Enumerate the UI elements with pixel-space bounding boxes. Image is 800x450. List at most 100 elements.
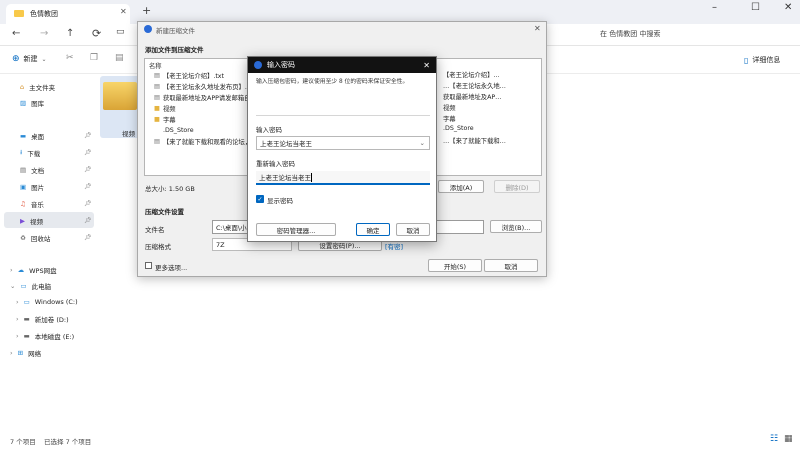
pin-icon[interactable]: 📌︎	[84, 200, 92, 207]
pin-icon[interactable]: 📌︎	[84, 217, 92, 224]
password-manager-button[interactable]: 密码管理器...	[256, 223, 336, 236]
password-input[interactable]: 上老王论坛当老王 ⌄	[256, 136, 430, 150]
pin-icon[interactable]: 📌︎	[84, 132, 92, 139]
browse-button[interactable]: 浏览(B)...	[490, 220, 542, 233]
sidebar-item-recycle[interactable]: ♻ 回收站	[20, 231, 50, 245]
name-column-header[interactable]: 名称	[149, 61, 162, 70]
sidebar-item-drive-c[interactable]: › ▭ Windows (C:)	[16, 295, 78, 309]
more-options-label[interactable]: 更多选项...	[155, 262, 187, 272]
sidebar-item-network[interactable]: › ⊞ 网络	[10, 346, 41, 360]
sidebar-item-videos[interactable]: ▶ 视频	[20, 214, 43, 228]
forward-icon[interactable]: →	[40, 28, 48, 39]
text-file-icon: ▤	[154, 138, 160, 145]
pictures-icon: ▣	[20, 183, 27, 191]
text-file-icon: ▤	[154, 83, 160, 90]
pin-icon[interactable]: 📌︎	[84, 166, 92, 173]
sidebar-item-label: 本地磁盘 (E:)	[34, 333, 75, 341]
navigation-pane: ⌂ 主文件夹 ▨ 图库 ▬ 桌面 📌︎ ⭳ 下载 📌︎ ▤ 文档 📌︎ ▣ 图片 📌︎ ♫ 音…	[0, 74, 96, 430]
show-password-label[interactable]: 显示密码	[267, 195, 293, 205]
search-input[interactable]: 在 色情教团 中搜索	[600, 29, 660, 39]
start-button[interactable]: 开始(S)	[428, 259, 482, 272]
text-file-icon: ▤	[154, 94, 160, 101]
sidebar-item-thispc[interactable]: ⌄ ▭ 此电脑	[10, 279, 51, 293]
file-row[interactable]: ▤ 【老王论坛介绍】.txt	[154, 70, 224, 81]
reenter-password-label: 重新输入密码	[256, 160, 295, 168]
status-item-count: 7 个项目	[10, 438, 36, 446]
close-window-icon[interactable]: ✕	[784, 2, 792, 13]
file-row[interactable]: ■ 视频	[154, 103, 176, 114]
tiles-view-icon[interactable]: ▦	[784, 434, 793, 444]
new-tab-icon[interactable]: +	[142, 4, 151, 17]
file-row[interactable]: ■ 字幕	[154, 114, 176, 125]
divider	[256, 115, 430, 116]
cut-icon[interactable]: ✂	[66, 53, 74, 63]
file-row[interactable]: ▤ 获取最新地址及APP请发邮箱自动	[154, 92, 257, 103]
add-button[interactable]: 添加(A)	[438, 180, 484, 193]
minimize-icon[interactable]: –	[712, 2, 717, 13]
chevron-right-icon: ›	[16, 315, 19, 323]
sidebar-item-drive-e[interactable]: › ▬ 本地磁盘 (E:)	[16, 329, 74, 343]
chevron-down-icon: ⌄	[10, 282, 16, 290]
details-button[interactable]: ▯ 详细信息	[744, 55, 780, 65]
delete-button[interactable]: 删除(D)	[494, 180, 540, 193]
sidebar-item-label: 主文件夹	[29, 84, 56, 92]
sidebar-item-music[interactable]: ♫ 音乐	[20, 197, 44, 211]
settings-header: 压缩文件设置	[145, 208, 184, 216]
archive-cancel-button[interactable]: 取消	[484, 259, 538, 272]
monitor-icon[interactable]: ▭	[116, 27, 125, 37]
pin-icon[interactable]: 📌︎	[84, 149, 92, 156]
file-icon: ▤	[154, 127, 160, 134]
details-view-icon[interactable]: ☷	[770, 434, 778, 444]
sidebar-item-label: 下载	[27, 150, 41, 158]
plus-circle-icon: ⊕	[12, 54, 20, 64]
sidebar-item-gallery[interactable]: ▨ 图库	[20, 96, 44, 110]
file-row[interactable]: ▤ 【来了就能下载和观看的论坛，纯	[154, 136, 257, 147]
up-icon[interactable]: ↑	[66, 28, 74, 39]
reenter-password-input[interactable]: 上老王论坛当老王	[256, 171, 430, 185]
tab-close-icon[interactable]: ✕	[120, 7, 127, 16]
search-box[interactable]: 在 色情教团 中搜索	[594, 26, 794, 43]
sidebar-item-documents[interactable]: ▤ 文档	[20, 163, 44, 177]
file-path: 视频	[443, 105, 456, 112]
password-dialog-title: 输入密码	[267, 61, 295, 69]
copy-icon[interactable]: ❐	[90, 53, 98, 63]
drive-icon: ▬	[23, 315, 30, 323]
network-icon: ⊞	[17, 349, 24, 357]
paste-icon[interactable]: ▤	[115, 53, 124, 63]
sidebar-selection	[4, 212, 94, 228]
sidebar-item-wps[interactable]: › ☁ WPS网盘	[10, 263, 57, 277]
sidebar-item-desktop[interactable]: ▬ 桌面	[20, 129, 44, 143]
sidebar-item-label: WPS网盘	[29, 267, 57, 275]
pin-icon[interactable]: 📌︎	[84, 183, 92, 190]
back-icon[interactable]: ←	[12, 28, 20, 39]
show-password-checkbox[interactable]: ✓	[256, 195, 264, 203]
file-name: 【老王论坛永久地址发布页】.txt	[162, 84, 256, 91]
folder-tile[interactable]: 视频	[100, 76, 140, 138]
explorer-tab[interactable]: 色情教团 ✕	[6, 4, 130, 24]
new-button[interactable]: ⊕ 新建 ⌄	[12, 54, 47, 64]
password-cancel-button[interactable]: 取消	[396, 223, 430, 236]
file-row[interactable]: ▤ 【老王论坛永久地址发布页】.txt	[154, 81, 255, 92]
archive-close-icon[interactable]: ✕	[534, 24, 541, 33]
more-options-checkbox[interactable]	[145, 262, 152, 269]
refresh-icon[interactable]: ⟳	[92, 27, 101, 40]
sidebar-item-drive-d[interactable]: › ▬ 新加卷 (D:)	[16, 312, 69, 326]
video-icon: ▶	[20, 217, 25, 225]
file-path: …【老王论坛永久地…	[443, 83, 506, 90]
sidebar-item-pictures[interactable]: ▣ 图片	[20, 180, 44, 194]
format-label: 压缩格式	[145, 243, 171, 251]
sidebar-item-home[interactable]: ⌂ 主文件夹	[20, 80, 55, 94]
document-icon: ▤	[20, 166, 27, 174]
password-close-icon[interactable]: ✕	[423, 61, 430, 70]
folder-icon	[14, 10, 24, 17]
maximize-icon[interactable]: ☐	[751, 2, 760, 13]
folder-icon: ■	[154, 105, 160, 112]
chevron-down-icon[interactable]: ⌄	[420, 139, 425, 147]
file-row[interactable]: ▤ .DS_Store	[154, 125, 194, 136]
password-value: 上老王论坛当老王	[260, 140, 312, 148]
drive-icon: ▭	[23, 298, 30, 306]
sidebar-item-downloads[interactable]: ⭳ 下载	[20, 146, 40, 160]
password-dialog-titlebar: 输入密码 ✕	[248, 57, 436, 73]
ok-button[interactable]: 确定	[356, 223, 390, 236]
pin-icon[interactable]: 📌︎	[84, 234, 92, 241]
